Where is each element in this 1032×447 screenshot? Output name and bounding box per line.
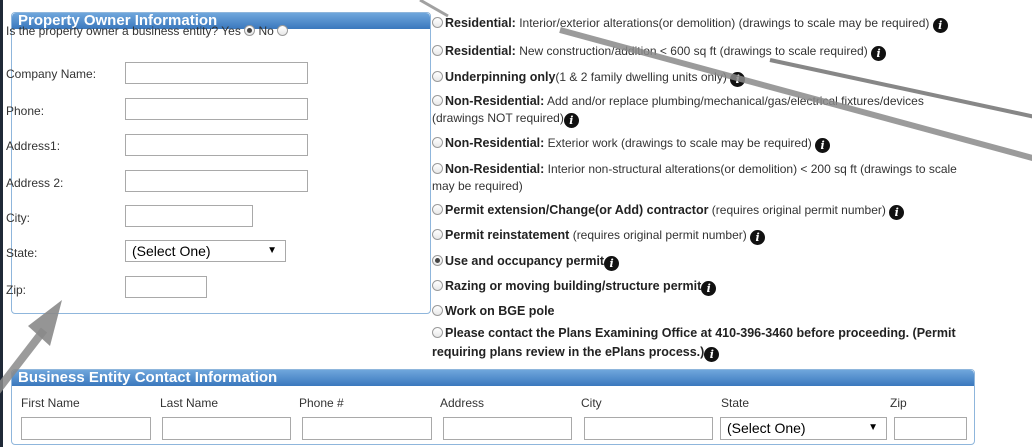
annotation-arrows <box>0 0 1032 394</box>
arrow-to-business-panel <box>0 327 48 394</box>
arrow-to-permit-list <box>559 27 1032 161</box>
arrow-to-permit-list-2 <box>769 58 1032 119</box>
arrow-top <box>419 0 449 18</box>
